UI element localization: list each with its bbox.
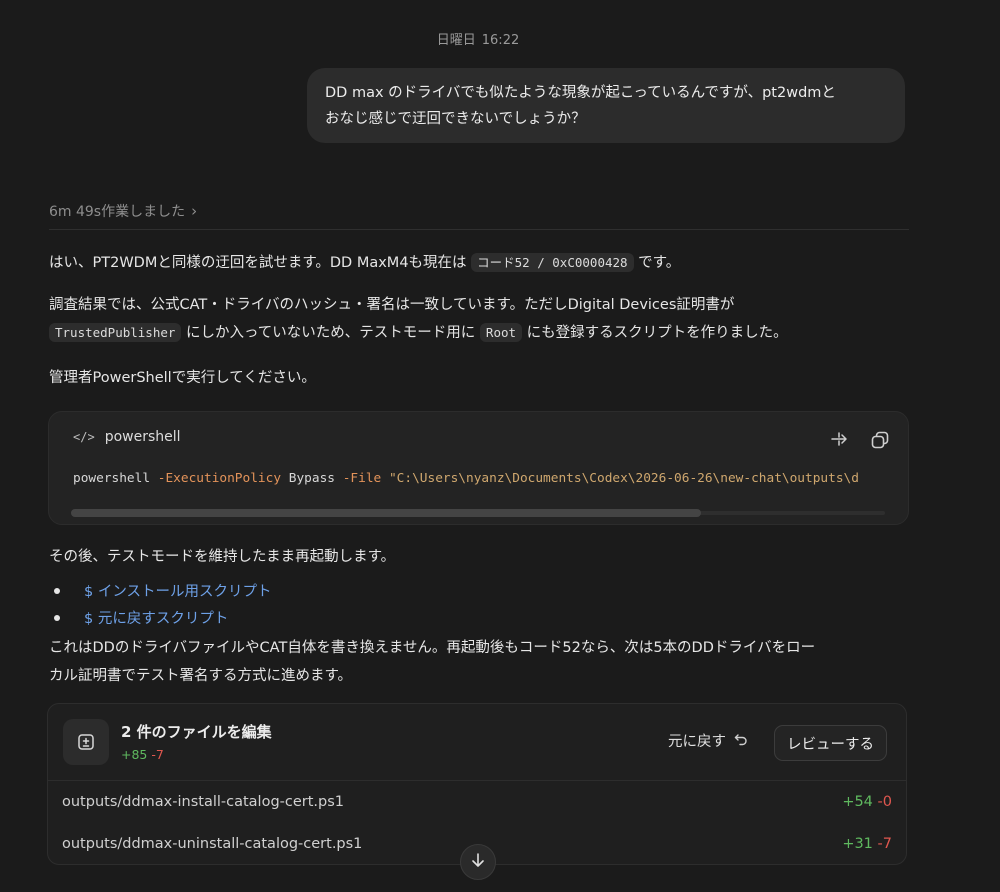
edited-files-header: 2 件のファイルを編集 +85 -7 元に戻す レビューする	[48, 704, 906, 781]
uninstall-script-link[interactable]: $ 元に戻すスクリプト	[84, 607, 228, 628]
file-diff-stat: +31 -7	[842, 836, 892, 852]
horizontal-scrollbar[interactable]	[71, 509, 885, 517]
list-item: $ 元に戻すスクリプト	[54, 604, 272, 631]
undo-icon	[734, 732, 748, 750]
file-path: outputs/ddmax-install-catalog-cert.ps1	[62, 794, 345, 810]
inline-code-trustedpublisher: TrustedPublisher	[49, 323, 182, 342]
file-row[interactable]: outputs/ddmax-install-catalog-cert.ps1 +…	[62, 794, 892, 810]
worked-duration-toggle[interactable]: 6m 49s作業しました ›	[49, 201, 197, 221]
edited-files-card: 2 件のファイルを編集 +85 -7 元に戻す レビューする outputs/d…	[47, 703, 907, 865]
scrollbar-thumb[interactable]	[71, 509, 701, 517]
wrap-toggle-icon[interactable]	[830, 430, 848, 450]
para5-line-2: カル証明書でテスト署名する方式に進めます。	[49, 668, 353, 684]
lines-removed: -7	[151, 747, 164, 762]
para2-line-1: 調査結果では、公式CAT・ドライバのハッシュ・署名は一致しています。ただしDig…	[49, 297, 735, 313]
code-path: "C:\Users\nyanz\Documents\Codex\2026-06-…	[388, 471, 859, 486]
copy-icon[interactable]	[870, 430, 890, 450]
code-block-actions	[830, 430, 890, 450]
bullet-icon	[54, 587, 60, 594]
message-timestamp: 日曜日 16:22	[0, 29, 956, 48]
code-icon: </>	[73, 430, 95, 444]
code-block-header: </> powershell	[73, 429, 181, 445]
script-link-list: $ インストール用スクリプト $ 元に戻すスクリプト	[54, 577, 272, 631]
revert-button[interactable]: 元に戻す	[668, 730, 748, 751]
code-cmd: powershell	[73, 471, 151, 486]
inline-code-error: コード52 / 0xC0000428	[471, 253, 634, 272]
worked-duration-label: 6m 49s作業しました	[49, 204, 186, 220]
response-paragraph-5: これはDDのドライバファイルやCAT自体を書き換えません。再起動後もコード52な…	[49, 634, 919, 690]
para2-line-2: TrustedPublisher にしか入っていないため、テストモード用に Ro…	[49, 319, 919, 347]
inline-code-root: Root	[479, 323, 523, 342]
para5-line-1: これはDDのドライバファイルやCAT自体を書き換えません。再起動後もコード52な…	[49, 640, 816, 656]
arrow-down-icon	[470, 852, 486, 872]
file-diff-stat: +54 -0	[842, 794, 892, 810]
install-script-link[interactable]: $ インストール用スクリプト	[84, 580, 272, 601]
response-paragraph-2: 調査結果では、公式CAT・ドライバのハッシュ・署名は一致しています。ただしDig…	[49, 291, 919, 347]
para1-text-b: です。	[633, 255, 681, 271]
code-block: </> powershell powershell -ExecutionPoli…	[48, 411, 909, 525]
user-message-line-1: DD max のドライバでも似たような現象が起こっているんですが、pt2wdmと	[325, 85, 836, 101]
list-item: $ インストール用スクリプト	[54, 577, 272, 604]
revert-label: 元に戻す	[668, 734, 726, 750]
para2-text-c: にも登録するスクリプトを作りました。	[522, 325, 788, 341]
code-param-1: -ExecutionPolicy	[157, 471, 282, 486]
code-value-1: Bypass	[288, 471, 335, 486]
lines-added: +85	[121, 747, 148, 762]
diff-icon	[63, 719, 109, 765]
scroll-to-bottom-button[interactable]	[460, 844, 496, 880]
bullet-icon	[54, 614, 60, 621]
para1-text-a: はい、PT2WDMと同様の迂回を試せます。DD MaxM4も現在は	[49, 255, 472, 271]
file-lines-added: +31	[842, 836, 873, 852]
review-button[interactable]: レビューする	[774, 725, 887, 761]
response-paragraph-4: その後、テストモードを維持したまま再起動します。	[49, 549, 396, 565]
timestamp-time: 16:22	[481, 33, 520, 48]
divider	[49, 229, 909, 230]
edited-files-stat: +85 -7	[121, 747, 164, 762]
timestamp-day: 日曜日	[436, 33, 476, 48]
chevron-right-icon: ›	[191, 202, 198, 220]
code-param-2: -File	[342, 471, 382, 486]
file-lines-removed: -7	[877, 836, 892, 852]
user-message-bubble: DD max のドライバでも似たような現象が起こっているんですが、pt2wdmと…	[307, 68, 905, 143]
response-paragraph-1: はい、PT2WDMと同様の迂回を試せます。DD MaxM4も現在は コード52 …	[49, 249, 919, 277]
file-lines-removed: -0	[877, 794, 892, 810]
para2-text-b: にしか入っていないため、テストモード用に	[181, 325, 480, 341]
edited-files-title: 2 件のファイルを編集	[121, 723, 272, 741]
file-path: outputs/ddmax-uninstall-catalog-cert.ps1	[62, 836, 363, 852]
user-message-line-2: おなじ感じで迂回できないでしょうか？	[325, 111, 586, 127]
code-content: powershell -ExecutionPolicy Bypass -File…	[73, 471, 859, 486]
code-language-label: powershell	[104, 429, 181, 445]
file-lines-added: +54	[842, 794, 873, 810]
response-paragraph-3: 管理者PowerShellで実行してください。	[49, 370, 316, 386]
